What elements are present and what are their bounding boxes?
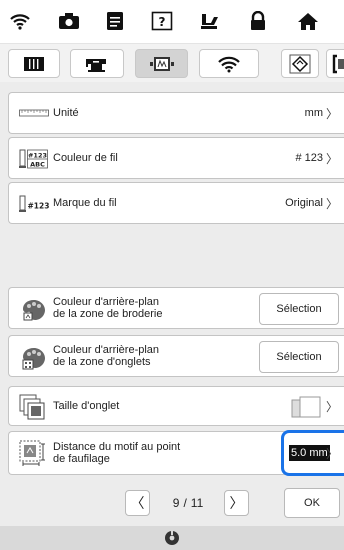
tab-size-icon [19, 394, 45, 420]
help-icon[interactable]: ? [150, 9, 174, 33]
page-total: 11 [190, 496, 204, 510]
basting-label-line1: Distance du motif au point [53, 441, 181, 453]
page-indicator: 9 / 11 [154, 490, 222, 516]
embroidery-frame-icon [149, 56, 174, 71]
bg-embroidery-label-line1: Couleur d'arrière-plan [53, 296, 160, 308]
machine-settings-icon [24, 56, 44, 71]
bg-embroidery-select-button[interactable]: Sélection [259, 293, 339, 325]
settings-screen: ? Unité mm 〉 #123 ABC Couleur de fil # 1… [0, 0, 344, 550]
thread-brand-icon: #123 [19, 193, 51, 215]
subtab-screen[interactable] [326, 49, 344, 78]
palette-tabs-icon [21, 346, 47, 370]
home-icon[interactable] [296, 9, 320, 33]
wifi-icon[interactable] [8, 9, 32, 33]
diamond-icon [289, 54, 311, 73]
thread-color-icon-code: #123 [28, 152, 47, 160]
chevron-right-icon: 〉 [325, 399, 338, 414]
settings-subtab-bar [0, 44, 344, 82]
subtab-network[interactable] [199, 49, 259, 78]
unit-value: mm [304, 107, 323, 119]
subtab-sewing[interactable] [70, 49, 124, 78]
bg-tabs-label-line2: de la zone d'onglets [53, 356, 151, 368]
setting-unit[interactable]: Unité mm 〉 [8, 92, 344, 134]
bracket-icon [332, 54, 344, 73]
tab-size-label: Taille d'onglet [53, 400, 120, 412]
page-next-button[interactable]: 〉 [224, 490, 249, 516]
settings-content: Unité mm 〉 #123 ABC Couleur de fil # 123 〉 … [0, 82, 344, 526]
page-separator: / [183, 496, 187, 510]
chevron-right-icon: 〉 [325, 151, 338, 166]
setting-bg-embroidery: Couleur d'arrière-plan de la zone de brod… [8, 287, 344, 329]
setting-tab-size[interactable]: Taille d'onglet 〉 [8, 386, 344, 426]
bg-tabs-label-line1: Couleur d'arrière-plan [53, 344, 160, 356]
lock-icon[interactable] [246, 9, 270, 33]
bg-tabs-select-button[interactable]: Sélection [259, 341, 339, 373]
page-current: 9 [172, 496, 180, 510]
sewing-machine-icon [86, 58, 106, 72]
page-prev-button[interactable]: 〈 [125, 490, 150, 516]
top-tab-bar: ? [0, 0, 344, 44]
chevron-right-icon: 〉 [325, 446, 338, 461]
setting-thread-brand[interactable]: #123 Marque du fil Original 〉 [8, 182, 344, 224]
palette-embroidery-icon [21, 298, 47, 322]
thread-color-label: Couleur de fil [53, 152, 118, 164]
subtab-general[interactable] [8, 49, 60, 78]
thread-color-icon-abc: ABC [30, 161, 45, 169]
thread-color-icon: #123 ABC [19, 148, 49, 172]
bg-embroidery-label-line2: de la zone de broderie [53, 308, 163, 320]
thread-color-value: # 123 [295, 152, 323, 164]
status-footer [0, 526, 344, 550]
chevron-right-icon: 〉 [325, 106, 338, 121]
basting-distance-icon [19, 440, 47, 468]
thread-brand-icon-code: #123 [28, 202, 50, 211]
unit-label: Unité [53, 107, 79, 119]
thread-spool-icon [164, 530, 180, 546]
subtab-embroidery[interactable] [135, 49, 188, 78]
subtab-machine-info[interactable] [281, 49, 319, 78]
svg-text:?: ? [159, 15, 166, 29]
wifi-icon [218, 56, 240, 72]
chevron-right-icon: 〉 [325, 196, 338, 211]
sewing-foot-icon[interactable] [198, 9, 222, 33]
camera-icon[interactable] [57, 9, 81, 33]
tab-size-preview-icon [291, 395, 325, 419]
setting-thread-color[interactable]: #123 ABC Couleur de fil # 123 〉 [8, 137, 344, 179]
document-icon[interactable] [103, 9, 127, 33]
basting-label-line2: de faufilage [53, 453, 110, 465]
thread-brand-label: Marque du fil [53, 197, 117, 209]
setting-bg-tabs: Couleur d'arrière-plan de la zone d'ongle… [8, 335, 344, 377]
thread-brand-value: Original [285, 197, 323, 209]
setting-basting-distance: Distance du motif au point de faufilage 5… [8, 430, 344, 476]
ok-button[interactable]: OK [284, 488, 340, 518]
ruler-icon [19, 105, 49, 121]
